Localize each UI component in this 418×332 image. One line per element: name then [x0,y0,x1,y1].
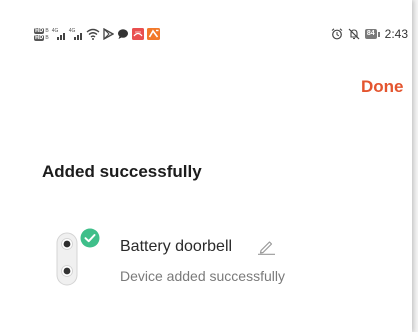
status-bar-right: 84 2:43 [331,26,408,42]
hd-badge: HD [34,27,45,34]
signal-icon-2: 4G [68,27,83,40]
wifi-icon [86,28,100,40]
check-badge-icon [80,228,100,248]
play-store-icon [103,28,114,40]
device-list-item[interactable]: Battery doorbell Device added successful… [48,222,388,292]
page-title: Added successfully [42,162,202,181]
chat-bubble-icon [117,29,128,39]
status-time: 2:43 [384,27,408,41]
status-bar-left: HD B HD B 4G 4G [34,26,160,42]
doorbell-icon [56,232,78,286]
signal-icon: 4G [51,27,66,40]
hd-sub: B [45,27,49,34]
phone-screen: HD B HD B 4G 4G 84 2:43 Done Added succe… [0,0,412,332]
app-icon-orange [146,28,160,40]
device-status: Device added successfully [120,268,285,284]
status-bar: HD B HD B 4G 4G 84 2:43 [0,0,412,44]
edit-pencil-icon[interactable] [257,238,276,255]
mute-icon [348,28,360,40]
signal-1-label: 4G [51,27,59,34]
battery-icon: 84 [364,29,380,39]
signal-2-label: 4G [68,27,76,34]
device-name: Battery doorbell [120,238,233,255]
hd-badge-2: HD [34,34,45,41]
alarm-icon [331,28,343,40]
hd-sub-2: B [45,34,49,41]
battery-level: 84 [364,29,377,39]
done-button[interactable]: Done [361,77,404,97]
hd-indicator: HD B HD B [34,27,49,41]
app-icon-red [131,28,144,40]
